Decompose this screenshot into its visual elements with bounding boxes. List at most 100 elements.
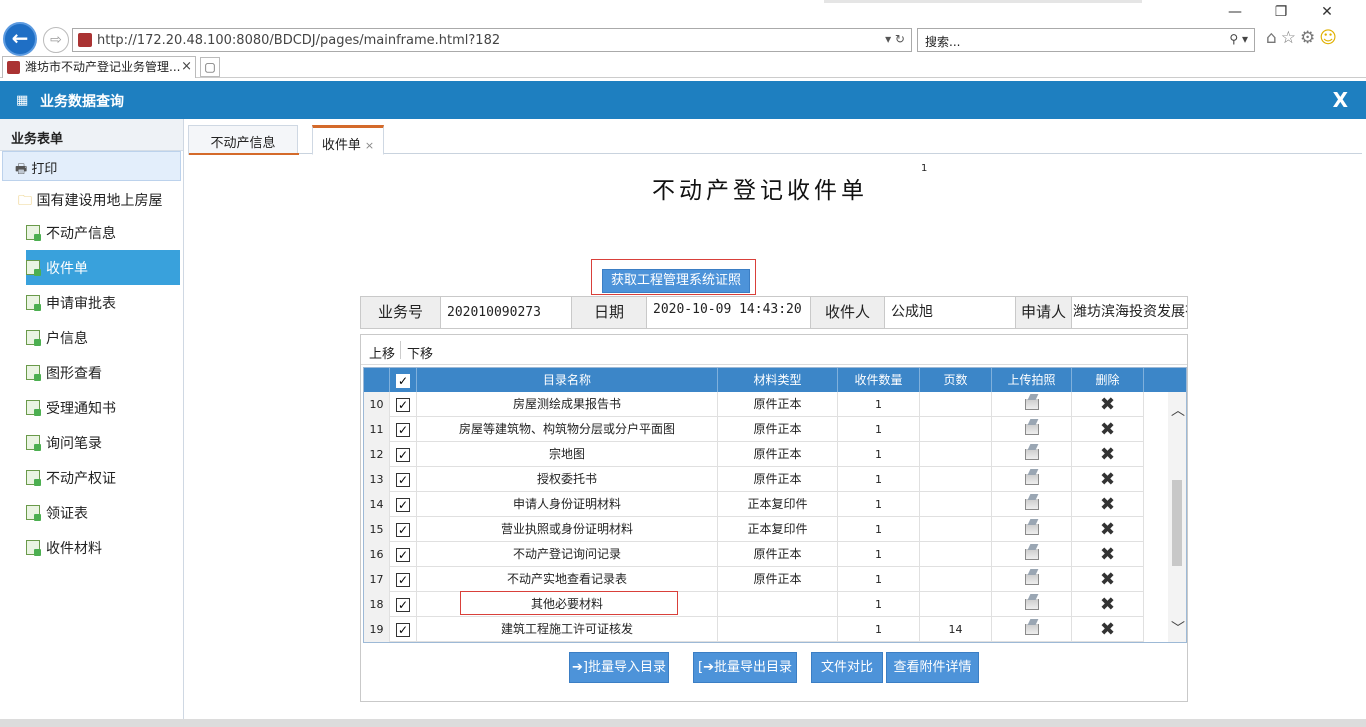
sidebar: 业务表单 🖶 打印 🗀 国有建设用地上房屋 不动产信息 收件单 申请审批表 户信… — [0, 119, 184, 719]
row-number: 17 — [364, 567, 390, 592]
table-row[interactable]: 14 ✓ 申请人身份证明材料 正本复印件 1 ✖ — [364, 492, 1144, 517]
delete-icon[interactable]: ✖ — [1100, 444, 1115, 465]
row-checkbox[interactable]: ✓ — [396, 447, 410, 462]
sidebar-item-certificate-collection[interactable]: 领证表 — [26, 495, 180, 530]
form-icon — [26, 295, 41, 311]
sidebar-item-inquiry-record[interactable]: 询问笔录 — [26, 425, 180, 460]
new-tab-icon[interactable]: ▢ — [200, 57, 220, 77]
browser-search-field[interactable]: 搜索... ⚲ ▾ — [917, 28, 1255, 52]
tab-close-icon[interactable]: × — [365, 139, 374, 152]
scroll-up-icon[interactable]: ︿ — [1171, 400, 1185, 420]
sidebar-item-acceptance-notice[interactable]: 受理通知书 — [26, 390, 180, 425]
search-placeholder[interactable]: 搜索... — [925, 33, 960, 50]
header-select-all[interactable]: ✓ — [390, 368, 417, 392]
tab-property-info[interactable]: 不动产信息 — [188, 125, 299, 155]
delete-icon[interactable]: ✖ — [1100, 494, 1115, 515]
upload-photo-icon[interactable] — [1024, 624, 1039, 635]
url-text[interactable]: http://172.20.48.100:8080/BDCDJ/pages/ma… — [97, 33, 500, 48]
row-checkbox[interactable]: ✓ — [396, 572, 410, 587]
table-row[interactable]: 10 ✓ 房屋测绘成果报告书 原件正本 1 ✖ — [364, 392, 1144, 417]
move-up-button[interactable]: 上移 — [369, 343, 395, 362]
table-row[interactable]: 11 ✓ 房屋等建筑物、构筑物分层或分户平面图 原件正本 1 ✖ — [364, 417, 1144, 442]
refresh-icon[interactable]: ▾ ↻ — [885, 32, 905, 46]
material-type: 原件正本 — [718, 467, 838, 492]
upload-photo-icon[interactable] — [1024, 474, 1039, 485]
batch-import-button[interactable]: ➔]批量导入目录 — [569, 652, 669, 683]
biz-no-value: 202010090273 — [447, 305, 541, 320]
delete-icon[interactable]: ✖ — [1100, 619, 1115, 640]
tab-receipt[interactable]: 收件单 × — [312, 125, 384, 155]
move-down-button[interactable]: 下移 — [407, 343, 433, 362]
sidebar-item-received-materials[interactable]: 收件材料 — [26, 530, 180, 565]
app-close-button[interactable]: X — [1333, 88, 1348, 112]
back-arrow-icon[interactable]: ← — [3, 22, 37, 56]
delete-icon[interactable]: ✖ — [1100, 394, 1115, 415]
sidebar-item-property-certificate[interactable]: 不动产权证 — [26, 460, 180, 495]
address-bar[interactable]: http://172.20.48.100:8080/BDCDJ/pages/ma… — [72, 28, 912, 52]
delete-icon[interactable]: ✖ — [1100, 519, 1115, 540]
sidebar-item-property-info[interactable]: 不动产信息 — [26, 215, 180, 250]
upload-photo-icon[interactable] — [1024, 524, 1039, 535]
file-compare-button[interactable]: 文件对比 — [811, 652, 883, 683]
feedback-smiley-icon[interactable]: ☺ — [1319, 28, 1341, 48]
tab-close-icon[interactable]: × — [181, 57, 192, 77]
row-checkbox[interactable]: ✓ — [396, 497, 410, 512]
sidebar-item-graphic-view[interactable]: 图形查看 — [26, 355, 180, 390]
table-row[interactable]: 19 ✓ 建筑工程施工许可证核发 1 14 ✖ — [364, 617, 1144, 642]
row-checkbox[interactable]: ✓ — [396, 622, 410, 637]
upload-photo-icon[interactable] — [1024, 549, 1039, 560]
table-row[interactable]: 15 ✓ 营业执照或身份证明材料 正本复印件 1 ✖ — [364, 517, 1144, 542]
row-checkbox[interactable]: ✓ — [396, 597, 410, 612]
close-window-icon[interactable]: ✕ — [1304, 4, 1350, 20]
row-checkbox[interactable]: ✓ — [396, 422, 410, 437]
restore-icon[interactable]: ❐ — [1258, 4, 1304, 20]
browser-tab-title: 潍坊市不动产登记业务管理... — [25, 60, 181, 74]
favorites-star-icon[interactable]: ☆ — [1281, 28, 1300, 48]
upload-photo-icon[interactable] — [1024, 574, 1039, 585]
table-row[interactable]: 12 ✓ 宗地图 原件正本 1 ✖ — [364, 442, 1144, 467]
upload-photo-icon[interactable] — [1024, 599, 1039, 610]
table-row[interactable]: 16 ✓ 不动产登记询问记录 原件正本 1 ✖ — [364, 542, 1144, 567]
search-icon[interactable]: ⚲ ▾ — [1229, 32, 1248, 46]
delete-icon[interactable]: ✖ — [1100, 569, 1115, 590]
sidebar-item-receipt[interactable]: 收件单 — [26, 250, 180, 285]
delete-cell: ✖ — [1072, 417, 1144, 442]
upload-photo-icon[interactable] — [1024, 424, 1039, 435]
delete-cell: ✖ — [1072, 442, 1144, 467]
browser-toolbar: ← ⇨ http://172.20.48.100:8080/BDCDJ/page… — [0, 0, 1366, 56]
material-qty: 1 — [838, 617, 920, 642]
print-button[interactable]: 🖶 打印 — [2, 151, 181, 181]
fetch-certificate-button[interactable]: 获取工程管理系统证照 — [602, 269, 750, 293]
settings-gear-icon[interactable]: ⚙ — [1300, 28, 1319, 48]
vertical-scrollbar[interactable]: ︿ ﹀ — [1168, 392, 1186, 642]
delete-icon[interactable]: ✖ — [1100, 594, 1115, 615]
sidebar-folder[interactable]: 🗀 国有建设用地上房屋 — [0, 181, 183, 215]
row-checkbox[interactable]: ✓ — [396, 522, 410, 537]
scroll-thumb[interactable] — [1172, 480, 1182, 566]
home-icon[interactable]: ⌂ — [1266, 28, 1281, 48]
window-edge — [824, 0, 1142, 3]
select-all-checkbox[interactable]: ✓ — [396, 373, 410, 388]
row-checkbox[interactable]: ✓ — [396, 472, 410, 487]
minimize-icon[interactable]: — — [1212, 4, 1258, 20]
browser-tab[interactable]: 潍坊市不动产登记业务管理... × — [2, 56, 196, 78]
batch-export-button[interactable]: [➔批量导出目录 — [693, 652, 797, 683]
table-row[interactable]: 13 ✓ 授权委托书 原件正本 1 ✖ — [364, 467, 1144, 492]
upload-photo-icon[interactable] — [1024, 399, 1039, 410]
table-row[interactable]: 17 ✓ 不动产实地查看记录表 原件正本 1 ✖ — [364, 567, 1144, 592]
sidebar-item-application-approval[interactable]: 申请审批表 — [26, 285, 180, 320]
row-checkbox[interactable]: ✓ — [396, 397, 410, 412]
upload-photo-icon[interactable] — [1024, 499, 1039, 510]
row-checkbox[interactable]: ✓ — [396, 547, 410, 562]
delete-icon[interactable]: ✖ — [1100, 469, 1115, 490]
material-qty: 1 — [838, 542, 920, 567]
receiver-label: 收件人 — [811, 297, 884, 328]
delete-icon[interactable]: ✖ — [1100, 419, 1115, 440]
forward-arrow-icon[interactable]: ⇨ — [43, 27, 69, 53]
view-attachment-details-button[interactable]: 查看附件详情 — [886, 652, 979, 683]
delete-icon[interactable]: ✖ — [1100, 544, 1115, 565]
upload-photo-icon[interactable] — [1024, 449, 1039, 460]
material-qty: 1 — [838, 417, 920, 442]
scroll-down-icon[interactable]: ﹀ — [1171, 618, 1185, 638]
sidebar-item-household-info[interactable]: 户信息 — [26, 320, 180, 355]
